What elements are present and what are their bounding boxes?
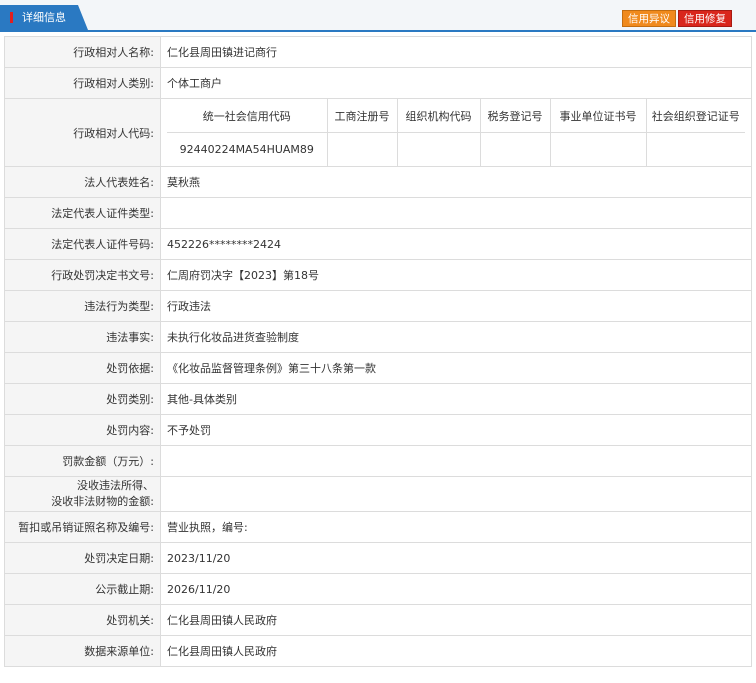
row-penalty-category: 处罚类别: 其他-具体类别 bbox=[4, 383, 752, 415]
label-cert-type: 法定代表人证件类型: bbox=[4, 197, 161, 229]
value-cert-type bbox=[160, 197, 752, 229]
code-value: 92440224MA54HUAM89 bbox=[167, 132, 328, 166]
row-doc-no: 行政处罚决定书文号: 仁周府罚决字【2023】第18号 bbox=[4, 259, 752, 291]
value-authority: 仁化县周田镇人民政府 bbox=[160, 604, 752, 636]
label-penalty-category: 处罚类别: bbox=[4, 383, 161, 415]
detail-header: 详细信息 信用异议 信用修复 bbox=[0, 0, 756, 32]
value-license: 营业执照，编号: bbox=[160, 511, 752, 543]
code-header: 税务登记号 bbox=[479, 99, 551, 133]
code-header: 统一社会信用代码 bbox=[167, 99, 328, 133]
row-confiscation: 没收违法所得、 没收非法财物的金额: bbox=[4, 476, 752, 512]
label-source-unit: 数据来源单位: bbox=[4, 635, 161, 667]
label-doc-no: 行政处罚决定书文号: bbox=[4, 259, 161, 291]
row-legal-rep: 法人代表姓名: 莫秋燕 bbox=[4, 166, 752, 198]
codes-table: 统一社会信用代码 工商注册号 组织机构代码 税务登记号 事业单位证书号 社会组织… bbox=[167, 99, 745, 166]
value-penalty-category: 其他-具体类别 bbox=[160, 383, 752, 415]
label-confiscation-line1: 没收违法所得、 bbox=[77, 479, 154, 492]
label-category: 行政相对人类别: bbox=[4, 67, 161, 99]
value-fine bbox=[160, 445, 752, 477]
label-decision-date: 处罚决定日期: bbox=[4, 542, 161, 574]
label-cert-no: 法定代表人证件号码: bbox=[4, 228, 161, 260]
row-codes: 行政相对人代码: 统一社会信用代码 工商注册号 组织机构代码 税务登记号 事业单… bbox=[4, 98, 752, 167]
row-license: 暂扣或吊销证照名称及编号: 营业执照，编号: bbox=[4, 511, 752, 543]
row-basis: 处罚依据: 《化妆品监督管理条例》第三十八条第一款 bbox=[4, 352, 752, 384]
row-fine: 罚款金额（万元）: bbox=[4, 445, 752, 477]
value-publicity-end: 2026/11/20 bbox=[160, 573, 752, 605]
code-value bbox=[645, 132, 745, 166]
value-decision-date: 2023/11/20 bbox=[160, 542, 752, 574]
value-legal-rep: 莫秋燕 bbox=[160, 166, 752, 198]
value-name: 仁化县周田镇进记商行 bbox=[160, 36, 752, 68]
row-cert-no: 法定代表人证件号码: 452226********2424 bbox=[4, 228, 752, 260]
label-confiscation-line2: 没收非法财物的金额: bbox=[51, 495, 154, 508]
tab-marker-icon bbox=[10, 12, 13, 23]
value-basis: 《化妆品监督管理条例》第三十八条第一款 bbox=[160, 352, 752, 384]
row-authority: 处罚机关: 仁化县周田镇人民政府 bbox=[4, 604, 752, 636]
row-name: 行政相对人名称: 仁化县周田镇进记商行 bbox=[4, 36, 752, 68]
value-source-unit: 仁化县周田镇人民政府 bbox=[160, 635, 752, 667]
label-license: 暂扣或吊销证照名称及编号: bbox=[4, 511, 161, 543]
label-basis: 处罚依据: bbox=[4, 352, 161, 384]
code-value bbox=[479, 132, 551, 166]
row-category: 行政相对人类别: 个体工商户 bbox=[4, 67, 752, 99]
label-name: 行政相对人名称: bbox=[4, 36, 161, 68]
detail-tab[interactable]: 详细信息 bbox=[0, 5, 88, 30]
code-value bbox=[396, 132, 481, 166]
value-violation-type: 行政违法 bbox=[160, 290, 752, 322]
credit-objection-button[interactable]: 信用异议 bbox=[622, 10, 676, 27]
code-header: 组织机构代码 bbox=[396, 99, 481, 133]
row-violation-type: 违法行为类型: 行政违法 bbox=[4, 290, 752, 322]
label-codes: 行政相对人代码: bbox=[4, 98, 161, 167]
value-confiscation bbox=[160, 476, 752, 512]
code-header: 工商注册号 bbox=[326, 99, 398, 133]
codes-value-row: 92440224MA54HUAM89 bbox=[167, 132, 745, 166]
row-decision-date: 处罚决定日期: 2023/11/20 bbox=[4, 542, 752, 574]
detail-table: 行政相对人名称: 仁化县周田镇进记商行 行政相对人类别: 个体工商户 行政相对人… bbox=[4, 36, 752, 667]
code-header: 事业单位证书号 bbox=[549, 99, 647, 133]
credit-repair-button[interactable]: 信用修复 bbox=[678, 10, 732, 27]
value-cert-no: 452226********2424 bbox=[160, 228, 752, 260]
tab-label: 详细信息 bbox=[22, 11, 66, 24]
row-violation-fact: 违法事实: 未执行化妆品进货查验制度 bbox=[4, 321, 752, 353]
label-violation-type: 违法行为类型: bbox=[4, 290, 161, 322]
label-authority: 处罚机关: bbox=[4, 604, 161, 636]
value-doc-no: 仁周府罚决字【2023】第18号 bbox=[160, 259, 752, 291]
code-value bbox=[549, 132, 647, 166]
code-header: 社会组织登记证号 bbox=[645, 99, 745, 133]
codes-header-row: 统一社会信用代码 工商注册号 组织机构代码 税务登记号 事业单位证书号 社会组织… bbox=[167, 99, 745, 133]
label-confiscation: 没收违法所得、 没收非法财物的金额: bbox=[4, 476, 161, 512]
value-category: 个体工商户 bbox=[160, 67, 752, 99]
row-penalty-content: 处罚内容: 不予处罚 bbox=[4, 414, 752, 446]
label-legal-rep: 法人代表姓名: bbox=[4, 166, 161, 198]
row-cert-type: 法定代表人证件类型: bbox=[4, 197, 752, 229]
row-publicity-end: 公示截止期: 2026/11/20 bbox=[4, 573, 752, 605]
row-source-unit: 数据来源单位: 仁化县周田镇人民政府 bbox=[4, 635, 752, 667]
label-violation-fact: 违法事实: bbox=[4, 321, 161, 353]
code-value bbox=[326, 132, 398, 166]
label-penalty-content: 处罚内容: bbox=[4, 414, 161, 446]
codes-cell: 统一社会信用代码 工商注册号 组织机构代码 税务登记号 事业单位证书号 社会组织… bbox=[160, 98, 752, 167]
value-penalty-content: 不予处罚 bbox=[160, 414, 752, 446]
label-publicity-end: 公示截止期: bbox=[4, 573, 161, 605]
value-violation-fact: 未执行化妆品进货查验制度 bbox=[160, 321, 752, 353]
label-fine: 罚款金额（万元）: bbox=[4, 445, 161, 477]
